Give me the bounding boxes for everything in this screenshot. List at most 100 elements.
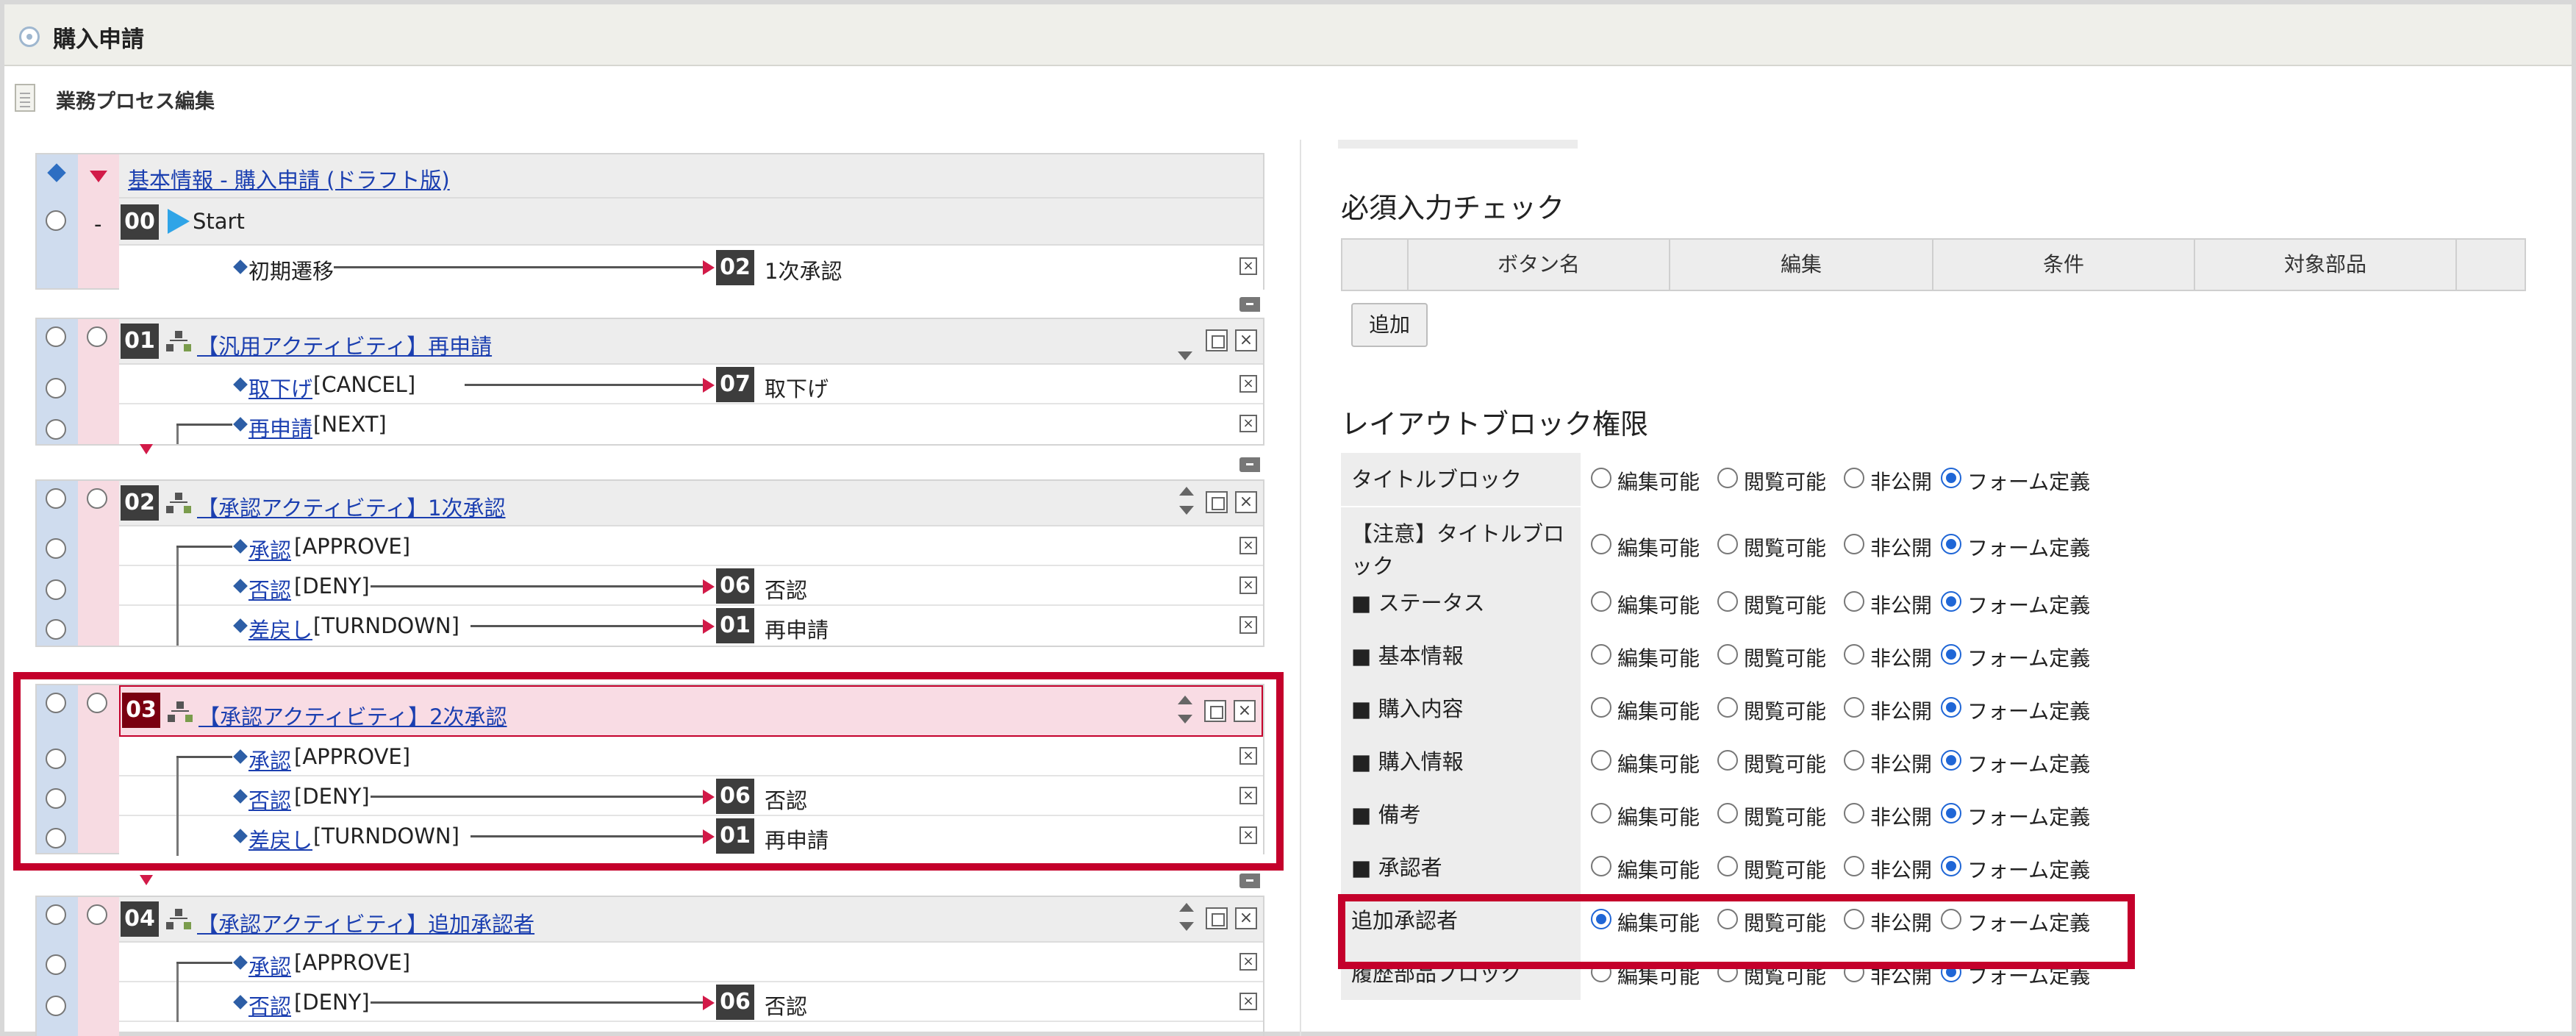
transition-diamond-icon [233,955,248,970]
permission-radio[interactable] [1717,856,1738,876]
permission-radio[interactable] [1941,750,1961,771]
delete-transition-icon[interactable]: × [1239,993,1257,1010]
permission-radio[interactable] [1591,697,1611,718]
transition-radio[interactable] [46,619,66,640]
permission-option-label: 編集可能 [1617,646,1700,671]
permission-radio[interactable] [1717,534,1738,554]
permission-radio[interactable] [1717,697,1738,718]
activity-01-number: 01 [121,324,159,359]
permission-row: ■ 購入内容 編集可能 閲覧可能 非公開 フォーム定義 [1341,682,2526,735]
transition-radio[interactable] [46,538,66,559]
delete-activity-icon[interactable]: × [1235,491,1257,513]
delete-transition-icon[interactable]: × [1239,576,1257,594]
start-row: 00 Start [119,199,1263,246]
delete-activity-icon[interactable]: × [1235,907,1257,929]
permission-radio[interactable] [1844,856,1864,876]
transition-link[interactable]: 否認 [248,990,291,1021]
transition-link[interactable]: 承認 [248,950,291,981]
transition-link[interactable]: 否認 [248,574,291,604]
permission-radio[interactable] [1591,644,1611,665]
activity-04-title[interactable]: 【承認アクティビティ】追加承認者 [197,907,534,938]
permission-radio[interactable] [1844,591,1864,612]
delete-activity-icon[interactable]: × [1235,329,1257,351]
move-updown-icon[interactable] [1178,900,1195,940]
transition-radio[interactable] [46,579,66,600]
transition-row: 承認 [APPROVE] × [119,526,1263,566]
permission-radio[interactable] [1844,803,1864,824]
transition-link[interactable]: 承認 [248,534,291,565]
permission-radio[interactable] [1717,468,1738,488]
insert-tag-icon[interactable] [1239,874,1260,888]
activity-01-header: 01 【汎用アクティビティ】再申請 × [119,319,1263,365]
activity-04-radio-a[interactable] [46,904,66,925]
permission-radio[interactable] [1717,803,1738,824]
permission-row: タイトルブロック 編集可能 閲覧可能 非公開 フォーム定義 [1341,453,2526,506]
activity-01-radio-b[interactable] [87,326,107,347]
transition-radio[interactable] [46,954,66,975]
permission-option-label: 編集可能 [1617,858,1700,882]
move-down-icon[interactable] [1178,351,1192,360]
activity-block-01: 01 【汎用アクティビティ】再申請 × 取下げ [CANCEL] 07 取下げ … [35,318,1264,446]
activity-02-title[interactable]: 【承認アクティビティ】1次承認 [197,491,506,522]
permission-option-label: 非公開 [1870,536,1933,560]
permission-radio[interactable] [1591,803,1611,824]
required-check-title: 必須入力チェック [1341,192,1565,224]
collapse-triangle-icon[interactable] [90,171,107,182]
permission-radio[interactable] [1941,534,1961,554]
transition-code: [DENY] [294,574,370,599]
add-button[interactable]: 追加 [1351,303,1428,347]
permission-radio[interactable] [1941,697,1961,718]
delete-transition-icon[interactable]: × [1239,415,1257,432]
dest-number: 06 [716,568,754,604]
permission-radio[interactable] [1941,803,1961,824]
permission-row: ■ 備考 編集可能 閲覧可能 非公開 フォーム定義 [1341,788,2526,841]
transition-link[interactable]: 再申請 [248,412,312,443]
permission-radio[interactable] [1717,750,1738,771]
process-header-link[interactable]: 基本情報 - 購入申請 (ドラフト版) [128,163,450,194]
start-radio[interactable] [46,210,66,231]
permission-radio[interactable] [1591,856,1611,876]
arrow-icon [703,579,715,594]
permission-row: ■ 承認者 編集可能 閲覧可能 非公開 フォーム定義 [1341,841,2526,894]
permission-radio[interactable] [1844,534,1864,554]
transition-line [371,1001,703,1004]
permission-radio[interactable] [1941,468,1961,488]
delete-transition-icon[interactable]: × [1239,375,1257,393]
transition-diamond-icon [233,260,248,274]
permission-radio[interactable] [1844,644,1864,665]
permission-radio[interactable] [1844,468,1864,488]
transition-radio[interactable] [46,378,66,399]
delete-transition-icon[interactable]: × [1239,537,1257,554]
permission-radio[interactable] [1591,468,1611,488]
delete-transition-icon[interactable]: × [1239,953,1257,971]
permission-radio[interactable] [1941,644,1961,665]
activity-04-radio-b[interactable] [87,904,107,925]
permission-radio[interactable] [1717,591,1738,612]
copy-icon[interactable] [1206,329,1228,351]
copy-icon[interactable] [1206,491,1228,513]
permission-radio[interactable] [1844,750,1864,771]
permission-radio[interactable] [1941,856,1961,876]
insert-tag-icon[interactable] [1239,457,1260,472]
delete-transition-icon[interactable]: × [1239,257,1257,275]
transition-radio[interactable] [46,419,66,440]
permission-radio[interactable] [1941,591,1961,612]
insert-tag-icon[interactable] [1239,297,1260,312]
move-updown-icon[interactable] [1178,484,1195,524]
permission-radio[interactable] [1591,534,1611,554]
activity-01-title[interactable]: 【汎用アクティビティ】再申請 [197,329,492,360]
delete-transition-icon[interactable]: × [1239,616,1257,634]
highlight-additional-approver [1338,894,2135,969]
copy-icon[interactable] [1206,907,1228,929]
activity-02-radio-a[interactable] [46,488,66,509]
permission-radio[interactable] [1844,697,1864,718]
activity-01-radio-a[interactable] [46,326,66,347]
transition-row: 承認 [APPROVE] × [119,943,1263,982]
activity-02-radio-b[interactable] [87,488,107,509]
transition-link[interactable]: 取下げ [248,372,312,403]
permission-radio[interactable] [1591,591,1611,612]
permission-radio[interactable] [1591,750,1611,771]
transition-radio[interactable] [46,996,66,1016]
transition-link[interactable]: 差戻し [248,613,312,644]
permission-radio[interactable] [1717,644,1738,665]
